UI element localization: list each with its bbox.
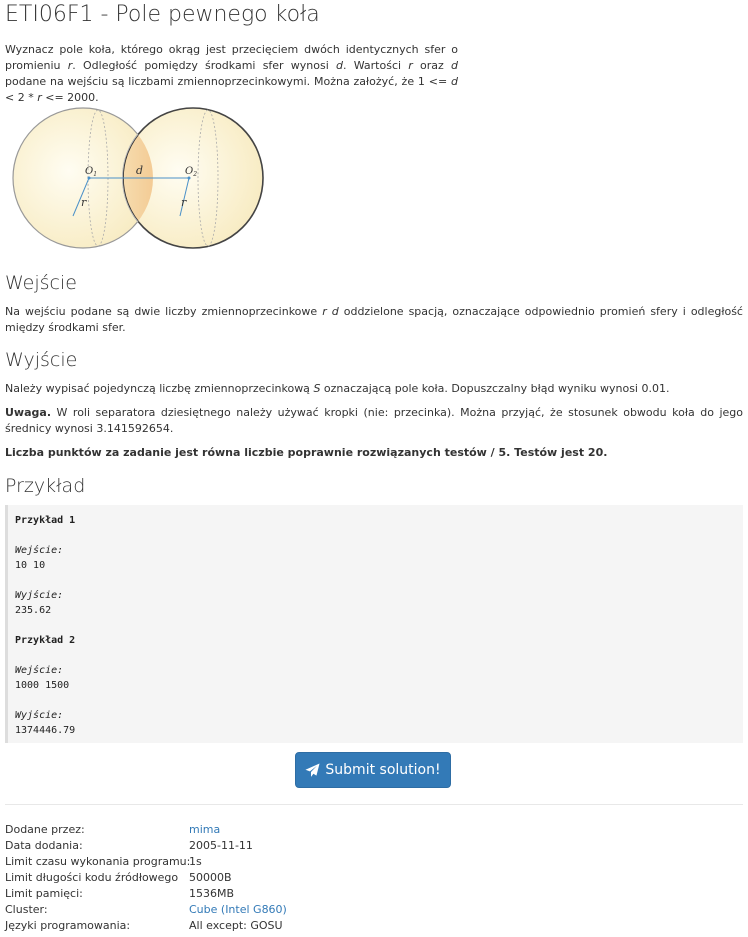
divider: [5, 804, 743, 805]
meta-langs: All except: GOSU: [189, 919, 283, 932]
output-description: Należy wypisać pojedynczą liczbę zmienno…: [5, 382, 670, 395]
example2-output: 1374446.79: [15, 725, 76, 736]
scoring-info: Liczba punktów za zadanie jest równa lic…: [5, 446, 608, 459]
output-note: Uwaga. W roli separatora dziesiętnego na…: [5, 406, 743, 435]
label-d: d: [136, 164, 143, 177]
page-title: ETI06F1 - Pole pewnego koła: [5, 2, 320, 27]
meta-mem: 1536MB: [189, 887, 235, 900]
example-heading: Przykład: [5, 475, 86, 497]
meta-cluster-label: Cluster:: [5, 903, 48, 916]
paper-plane-icon: [305, 762, 320, 777]
meta-mem-label: Limit pamięci:: [5, 887, 83, 900]
spheres-illustration: O1 O2 d r r: [12, 107, 264, 249]
meta-code-label: Limit długości kodu źródłowego: [5, 871, 179, 884]
example2-output-label: Wyjście:: [15, 710, 64, 721]
meta-added-by-label: Dodane przez:: [5, 823, 85, 836]
example2-input-label: Wejście:: [15, 665, 64, 676]
example2-input: 1000 1500: [15, 680, 70, 691]
submit-solution-button[interactable]: Submit solution!: [295, 752, 451, 788]
example1-input-label: Wejście:: [15, 545, 64, 556]
problem-meta: Dodane przez: mima Data dodania: 2005-11-1…: [5, 822, 743, 934]
example-block: Przykład 1 Wejście: 10 10 Wyjście: 235.6…: [5, 505, 743, 743]
author-link[interactable]: mima: [189, 822, 220, 838]
meta-langs-label: Języki programowania:: [5, 919, 131, 932]
problem-statement: Wyznacz pole koła, którego okrąg jest pr…: [5, 43, 459, 104]
input-heading: Wejście: [5, 272, 77, 294]
input-description: Na wejściu podane są dwie liczby zmienno…: [5, 305, 743, 334]
example1-output-label: Wyjście:: [15, 590, 64, 601]
meta-time-label: Limit czasu wykonania programu:: [5, 855, 191, 868]
example2-title: Przykład 2: [15, 635, 76, 646]
meta-date-label: Data dodania:: [5, 839, 83, 852]
example1-output: 235.62: [15, 605, 52, 616]
submit-label: Submit solution!: [325, 762, 441, 778]
label-r-right: r: [181, 196, 187, 209]
label-r-left: r: [81, 196, 87, 209]
output-heading: Wyjście: [5, 349, 78, 371]
meta-code: 50000B: [189, 871, 232, 884]
example1-title: Przykład 1: [15, 515, 76, 526]
meta-time: 1s: [189, 855, 202, 868]
meta-date: 2005-11-11: [189, 839, 253, 852]
cluster-link[interactable]: Cube (Intel G860): [189, 902, 287, 918]
label-o1: O: [85, 166, 93, 177]
example1-input: 10 10: [15, 560, 46, 571]
label-o2: O: [185, 166, 193, 177]
